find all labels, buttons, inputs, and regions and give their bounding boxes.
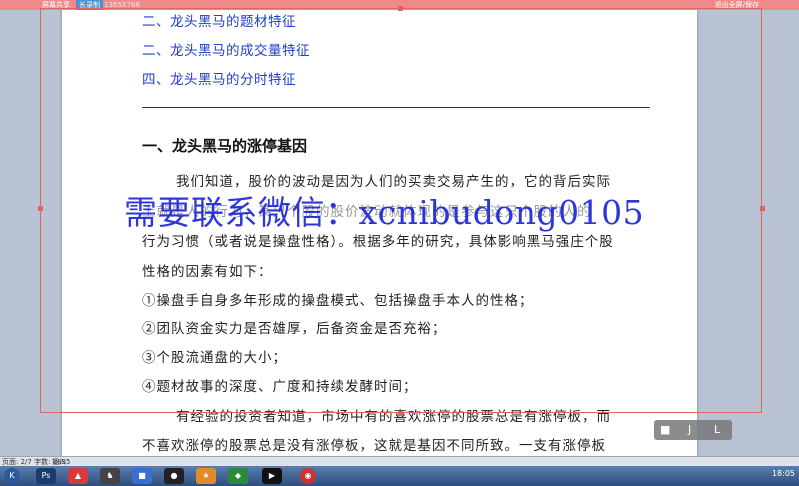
toc-item-3[interactable]: 四、龙头黑马的分时特征	[142, 68, 296, 88]
resolution-label: 1365X768	[104, 1, 140, 9]
app-red-icon[interactable]: ▲	[68, 468, 88, 484]
section-heading: 一、龙头黑马的涨停基因	[142, 137, 308, 155]
desktop-right	[697, 0, 799, 456]
horse-icon[interactable]: ♞	[100, 468, 120, 484]
list-item-1: ①操盘手自身多年形成的操盘模式、包括操盘手本人的性格；	[142, 293, 534, 309]
list-item-4: ④题材故事的深度、广度和持续发酵时间；	[142, 379, 418, 395]
paragraph-line-4: 性格的因素有如下：	[142, 264, 273, 280]
share-label: 屏幕共享	[42, 1, 70, 9]
paragraph-line-10: 不喜欢涨停的股票总是没有涨停板，这就是基因不同所致。一支有涨停板	[142, 438, 606, 454]
tray-clock[interactable]: 18:05	[772, 469, 795, 478]
floating-toolbar[interactable]: ■ J L	[654, 420, 732, 440]
app-dark-icon[interactable]: ●	[164, 468, 184, 484]
float-button-j[interactable]: J	[688, 423, 691, 436]
resize-handle-bottom[interactable]	[398, 411, 403, 416]
resize-handle-right[interactable]	[760, 206, 765, 211]
app-green-icon[interactable]: ◆	[228, 468, 248, 484]
resize-handle-top[interactable]	[398, 6, 403, 11]
horizontal-rule	[142, 107, 650, 108]
photoshop-icon[interactable]: Ps	[36, 468, 56, 484]
resize-handle-left[interactable]	[38, 206, 43, 211]
exit-fullscreen-button[interactable]: 退出全屏/保存	[715, 0, 759, 10]
taskbar: K Ps ▲ ♞ ■ ● ★ ◆ ▶ ◉ 18:05	[0, 466, 799, 486]
watermark-text: 需要联系微信：xcnibudong0105	[124, 193, 645, 232]
video-icon[interactable]: ▶	[262, 468, 282, 484]
desktop-left	[0, 0, 62, 456]
float-button-l[interactable]: L	[714, 423, 720, 436]
list-item-3: ③个股流通盘的大小；	[142, 350, 287, 366]
lock-icon[interactable]: ■	[660, 423, 670, 436]
start-icon[interactable]: K	[4, 468, 20, 484]
toc-item-2[interactable]: 二、龙头黑马的成交量特征	[142, 39, 310, 59]
record-badge[interactable]: 长录制	[76, 0, 103, 10]
app-orange-icon[interactable]: ★	[196, 468, 216, 484]
toc-item-1[interactable]: 二、龙头黑马的题材特征	[142, 10, 296, 30]
paragraph-line-9: 有经验的投资者知道，市场中有的喜欢涨停的股票总是有涨停板，而	[176, 409, 611, 425]
app-blue-icon[interactable]: ■	[132, 468, 152, 484]
list-item-2: ②团队资金实力是否雄厚，后备资金是否充裕；	[142, 321, 447, 337]
chrome-icon[interactable]: ◉	[300, 468, 316, 484]
